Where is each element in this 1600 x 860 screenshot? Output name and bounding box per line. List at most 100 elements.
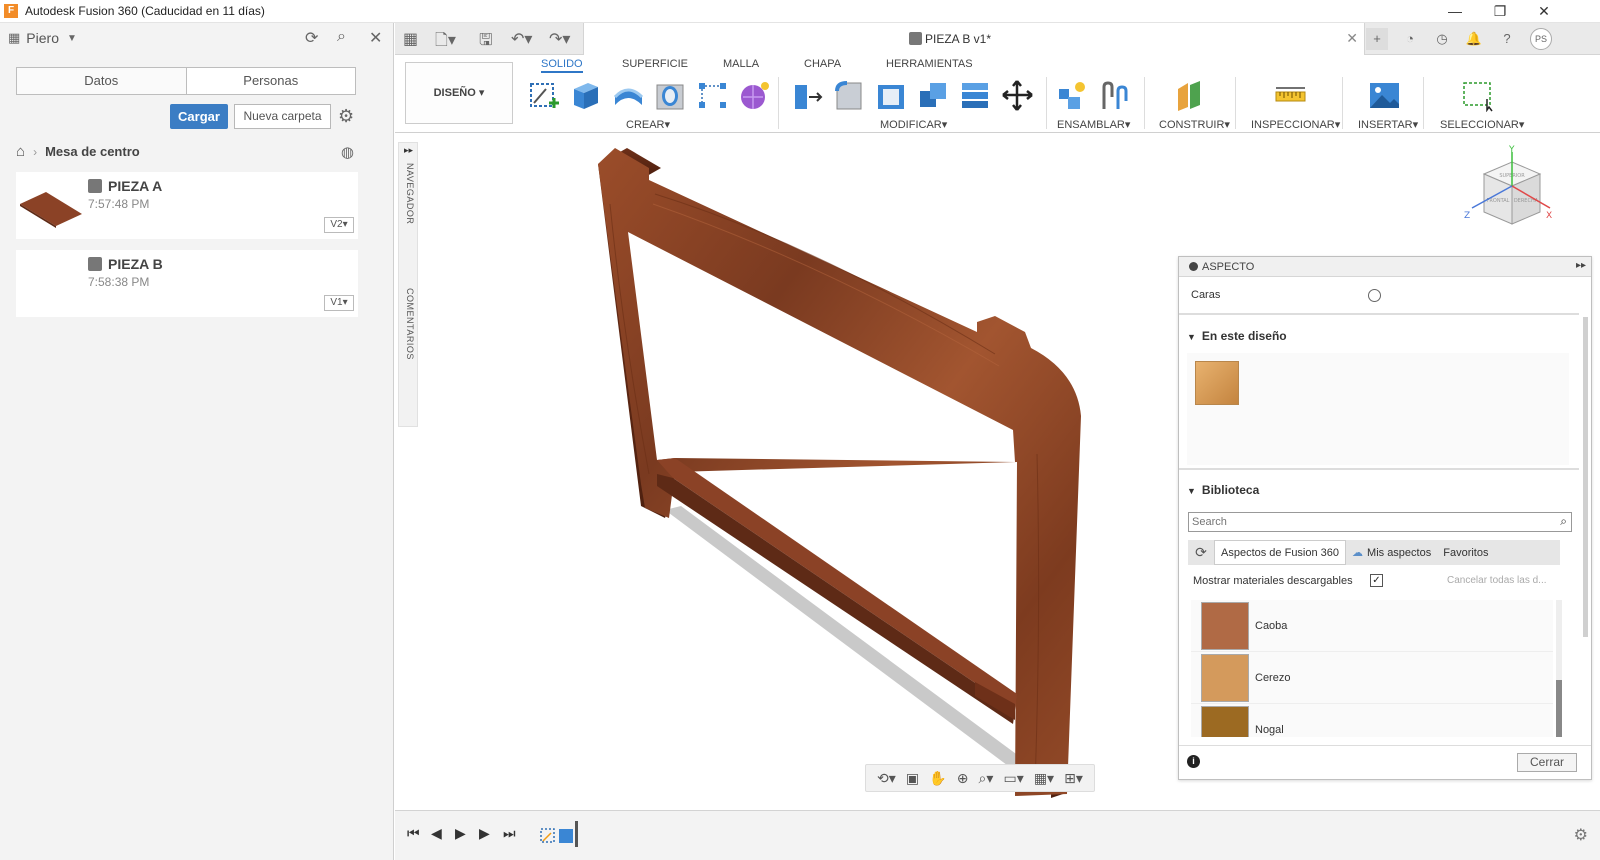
job-status-icon[interactable]: ◷ — [1431, 28, 1453, 50]
appearance-panel-header[interactable]: ASPECTO ▸▸ — [1179, 257, 1591, 277]
maximize-button[interactable]: ❐ — [1477, 0, 1523, 23]
hole-icon[interactable] — [654, 79, 687, 112]
new-tab-icon[interactable]: + — [1366, 28, 1388, 50]
undo-icon[interactable]: ↶▾ — [511, 29, 532, 49]
viewcube[interactable]: SUPERIOR FRONTAL DERECHA Y X Z — [1460, 144, 1555, 239]
group-ensamblar[interactable]: ENSAMBLAR▾ — [1057, 118, 1130, 131]
offset-face-icon[interactable] — [959, 79, 992, 112]
version-dropdown[interactable]: V1▾ — [324, 295, 354, 311]
upload-button[interactable]: Cargar — [170, 104, 228, 129]
step-back-icon[interactable]: ◀ — [431, 825, 442, 842]
look-at-icon[interactable]: ▣ — [906, 770, 919, 787]
shell-icon[interactable] — [875, 79, 908, 112]
breadcrumb-folder[interactable]: Mesa de centro — [45, 144, 140, 159]
expand-panel-icon[interactable]: ▸▸ — [1576, 260, 1586, 271]
move-copy-icon[interactable] — [1001, 79, 1034, 112]
tab-datos[interactable]: Datos — [17, 68, 187, 94]
apps-grid-icon[interactable]: ▦ — [403, 29, 418, 49]
display-settings-icon[interactable]: ▭▾ — [1003, 770, 1023, 787]
notifications-icon[interactable]: 🔔 — [1463, 28, 1485, 50]
refresh-icon[interactable]: ⟳ — [1188, 544, 1214, 561]
group-inspeccionar[interactable]: INSPECCIONAR▾ — [1251, 118, 1340, 131]
info-icon[interactable]: i — [1187, 755, 1200, 768]
user-selector[interactable]: Piero — [26, 30, 59, 46]
version-dropdown[interactable]: V2▾ — [324, 217, 354, 233]
help-icon[interactable]: ? — [1496, 28, 1518, 50]
tab-herramientas[interactable]: HERRAMIENTAS — [886, 58, 973, 70]
group-construir[interactable]: CONSTRUIR▾ — [1159, 118, 1230, 131]
go-to-end-icon[interactable]: ⏭ — [503, 825, 516, 842]
search-icon[interactable]: ⌕ — [1560, 514, 1567, 529]
tab-fusion-appearances[interactable]: Aspectos de Fusion 360 — [1214, 540, 1347, 565]
search-icon[interactable]: ⌕ — [337, 28, 346, 46]
create-sketch-icon[interactable] — [528, 79, 561, 112]
go-to-start-icon[interactable]: ⏮ — [407, 825, 420, 842]
orbit-icon[interactable]: ⟲▾ — [877, 770, 896, 787]
workspace-selector[interactable]: DISEÑO ▾ — [405, 62, 513, 124]
minimize-button[interactable]: — — [1432, 0, 1478, 23]
close-icon[interactable]: ✕ — [369, 28, 382, 48]
tab-my-appearances[interactable]: Mis aspectos — [1365, 547, 1437, 559]
grid-icon[interactable]: ▦ — [8, 30, 20, 46]
play-icon[interactable]: ▶ — [455, 825, 466, 842]
cancel-all-downloads-link[interactable]: Cancelar todas las d... — [1447, 575, 1547, 586]
group-insertar[interactable]: INSERTAR▾ — [1358, 118, 1418, 131]
tab-solido[interactable]: SOLIDO — [541, 58, 583, 73]
in-design-section-header[interactable]: ▼ En este diseño — [1187, 329, 1287, 343]
zoom-icon[interactable]: ⊕ — [957, 770, 969, 787]
tab-chapa[interactable]: CHAPA — [804, 58, 841, 70]
redo-icon[interactable]: ↷▾ — [549, 29, 570, 49]
save-icon[interactable]: 🖫 — [479, 29, 493, 56]
tab-favorites[interactable]: Favoritos — [1437, 547, 1494, 559]
material-list-scrollbar[interactable] — [1556, 600, 1562, 737]
close-window-button[interactable]: ✕ — [1521, 0, 1567, 23]
extrude-icon[interactable] — [570, 79, 603, 112]
globe-icon[interactable]: ◍ — [341, 143, 354, 161]
insert-image-icon[interactable] — [1368, 79, 1401, 112]
collapse-icon[interactable] — [1189, 262, 1198, 271]
group-modificar[interactable]: MODIFICAR▾ — [880, 118, 947, 131]
select-box-icon[interactable] — [1461, 79, 1494, 112]
close-tab-icon[interactable]: ✕ — [1346, 30, 1358, 47]
fillet-icon[interactable] — [833, 79, 866, 112]
file-menu-icon[interactable]: 🗋▾ — [435, 29, 456, 56]
group-crear[interactable]: CREAR▾ — [626, 118, 670, 131]
create-form-icon[interactable] — [738, 79, 771, 112]
tab-personas[interactable]: Personas — [187, 68, 356, 94]
press-pull-icon[interactable] — [791, 79, 824, 112]
search-input[interactable] — [1192, 515, 1532, 529]
grid-settings-icon[interactable]: ▦▾ — [1034, 770, 1054, 787]
timeline-features[interactable] — [535, 819, 589, 849]
list-item[interactable]: Caoba — [1191, 600, 1553, 652]
offset-plane-icon[interactable] — [1174, 79, 1207, 112]
revolve-icon[interactable] — [612, 79, 645, 112]
list-item[interactable]: Cerezo — [1191, 652, 1553, 704]
chevron-down-icon[interactable]: ▼ — [67, 33, 77, 44]
design-material-swatch[interactable] — [1195, 361, 1239, 405]
scrollbar-thumb[interactable] — [1556, 680, 1562, 737]
panel-scrollbar[interactable] — [1583, 317, 1588, 637]
new-component-icon[interactable] — [1056, 79, 1089, 112]
gear-icon[interactable]: ⚙ — [1574, 825, 1588, 845]
step-forward-icon[interactable]: ▶ — [479, 825, 490, 842]
document-tab[interactable]: PIEZA B v1* ✕ — [583, 23, 1365, 56]
combine-icon[interactable] — [917, 79, 950, 112]
viewports-icon[interactable]: ⊞▾ — [1064, 770, 1083, 787]
tab-malla[interactable]: MALLA — [723, 58, 759, 70]
new-folder-button[interactable]: Nueva carpeta — [234, 104, 331, 129]
file-card-pieza-a[interactable]: PIEZA A 7:57:48 PM V2▾ — [16, 172, 358, 239]
joint-icon[interactable] — [1098, 79, 1131, 112]
refresh-icon[interactable]: ⟳ — [305, 28, 318, 48]
file-card-pieza-b[interactable]: PIEZA B 7:58:38 PM V1▾ — [16, 250, 358, 317]
tab-superficie[interactable]: SUPERFICIE — [622, 58, 688, 70]
rectangular-pattern-icon[interactable] — [696, 79, 729, 112]
list-item[interactable]: Nogal — [1191, 704, 1553, 737]
group-seleccionar[interactable]: SELECCIONAR▾ — [1440, 118, 1524, 131]
extensions-icon[interactable]: ◔ — [1399, 28, 1421, 50]
show-downloadable-checkbox[interactable]: ✓ — [1370, 574, 1383, 587]
close-button[interactable]: Cerrar — [1517, 753, 1577, 772]
home-icon[interactable]: ⌂ — [16, 143, 25, 160]
library-section-header[interactable]: ▼ Biblioteca — [1187, 483, 1259, 497]
faces-radio[interactable] — [1368, 289, 1381, 302]
avatar[interactable]: PS — [1530, 28, 1552, 50]
